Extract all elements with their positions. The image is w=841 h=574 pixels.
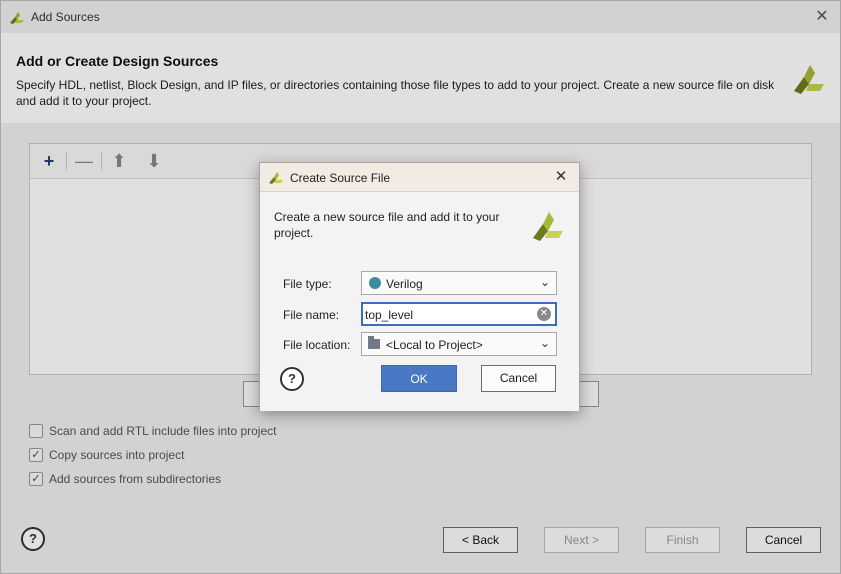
file-location-label: File location:	[283, 338, 351, 352]
close-icon[interactable]: ✕	[551, 167, 571, 187]
verilog-icon	[369, 277, 381, 289]
vivado-logo-icon	[533, 212, 563, 241]
dialog-description: Create a new source file and add it to y…	[274, 210, 500, 240]
folder-icon	[368, 336, 380, 349]
chevron-down-icon: ⌄	[539, 275, 550, 289]
vivado-logo-icon	[269, 172, 283, 184]
dialog-titlebar: Create Source File ✕	[260, 163, 579, 192]
dialog-cancel-button[interactable]: Cancel	[481, 365, 556, 392]
help-icon[interactable]: ?	[280, 367, 304, 391]
dialog-title: Create Source File	[290, 171, 391, 185]
file-type-select[interactable]: Verilog ⌄	[361, 271, 557, 295]
file-location-select[interactable]: <Local to Project> ⌄	[361, 332, 557, 356]
file-name-label: File name:	[283, 308, 340, 322]
file-location-value: <Local to Project>	[386, 338, 483, 352]
file-type-value: Verilog	[386, 277, 423, 291]
file-name-input[interactable]: top_level ✕	[361, 302, 557, 326]
file-type-label: File type:	[283, 277, 332, 291]
ok-button[interactable]: OK	[381, 365, 457, 392]
clear-icon[interactable]: ✕	[537, 307, 551, 321]
create-source-file-dialog: Create Source File ✕ Create a new source…	[259, 162, 580, 411]
chevron-down-icon: ⌄	[539, 336, 550, 350]
file-name-value: top_level	[365, 308, 414, 322]
